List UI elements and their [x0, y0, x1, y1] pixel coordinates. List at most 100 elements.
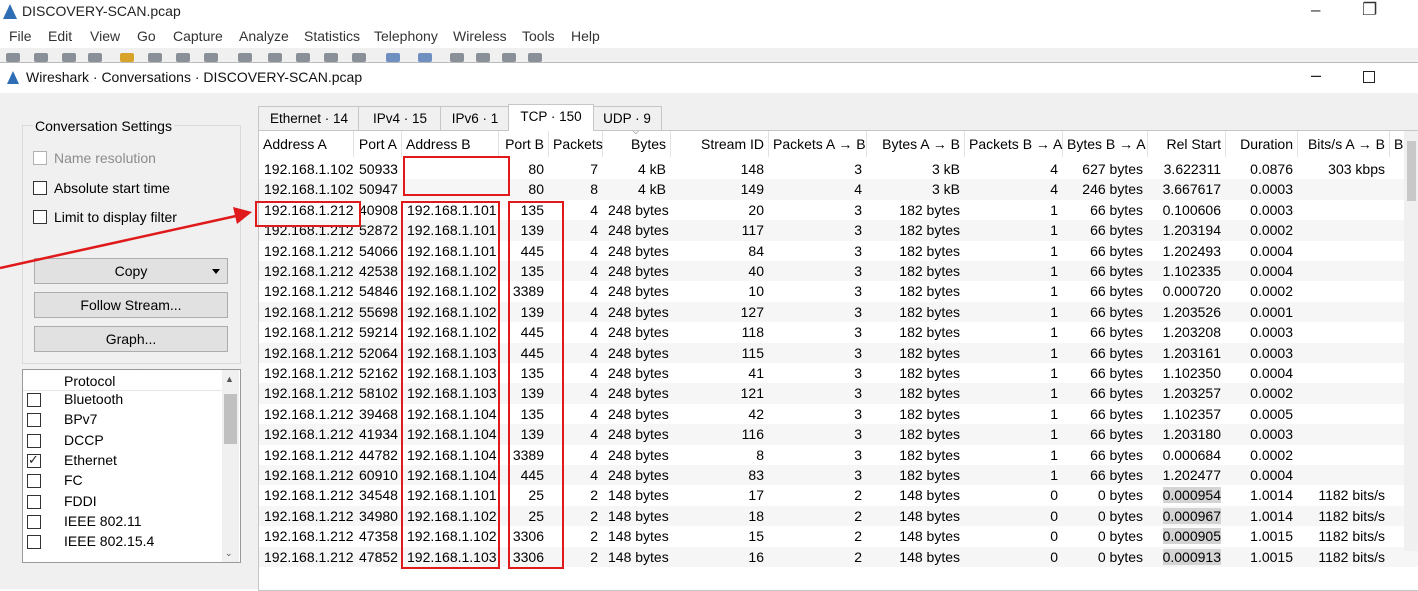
column-header-address-a[interactable]: Address A	[259, 131, 354, 157]
table-scrollbar[interactable]	[1404, 131, 1418, 551]
tab-udp[interactable]: UDP · 9	[592, 106, 662, 131]
cell-packets-b-to-a: 4	[1050, 161, 1058, 177]
dialog-minimize-icon[interactable]: –	[1311, 65, 1321, 86]
protocol-item[interactable]: IEEE 802.11	[23, 512, 222, 532]
protocol-item[interactable]: IEEE 802.15.4	[23, 532, 222, 552]
column-header-rel-start[interactable]: Rel Start	[1148, 131, 1226, 157]
column-header-address-b[interactable]: Address B	[402, 131, 499, 157]
toolbar-icon[interactable]	[324, 53, 338, 62]
open-file-icon[interactable]	[120, 53, 134, 62]
cell-packets-b-to-a: 1	[1050, 303, 1058, 320]
protocol-column-header[interactable]: Protocol	[64, 373, 115, 389]
resize-columns-icon[interactable]	[528, 53, 542, 62]
protocol-item[interactable]: Bluetooth	[23, 390, 222, 410]
scroll-down-icon[interactable]: ⌄	[225, 548, 233, 559]
protocol-item[interactable]: Ethernet	[23, 451, 222, 471]
protocol-item[interactable]: DCCP	[23, 431, 222, 451]
column-header-packets-a-to-b[interactable]: Packets A → B	[769, 131, 867, 157]
protocol-checkbox[interactable]	[27, 433, 41, 448]
copy-button[interactable]: Copy	[34, 258, 228, 284]
toolbar-icon[interactable]	[238, 53, 252, 62]
column-header-port-b[interactable]: Port B	[499, 131, 549, 157]
cell-bytes-b-to-a: 66 bytes	[1090, 446, 1143, 463]
cell-packets-b-to-a: 1	[1050, 283, 1058, 300]
cell-bytes: 148 bytes	[608, 487, 669, 504]
tab-tcp[interactable]: TCP · 150	[508, 104, 594, 131]
column-header-packets[interactable]: Packets	[549, 131, 603, 157]
protocol-item[interactable]: FDDI	[23, 492, 222, 512]
sort-caret-icon: ⌵	[632, 130, 640, 137]
protocol-label: Bluetooth	[64, 391, 124, 407]
menu-tools[interactable]: Tools	[522, 28, 555, 44]
toolbar-icon[interactable]	[176, 53, 190, 62]
table-scroll-thumb[interactable]	[1407, 141, 1416, 201]
cell-bits-s-a-to-b	[1298, 424, 1390, 444]
protocol-checkbox[interactable]	[27, 452, 41, 468]
cell-packets-a-to-b: 2	[854, 528, 862, 545]
protocol-checkbox[interactable]	[27, 514, 41, 529]
zoom-in-icon[interactable]	[450, 53, 464, 62]
cell-packets-b-to-a: 0	[1050, 487, 1058, 504]
toolbar-icon[interactable]	[268, 53, 282, 62]
limit-display-filter-option[interactable]: Limit to display filter	[33, 209, 177, 225]
autoscroll-icon[interactable]	[418, 53, 432, 62]
menu-capture[interactable]: Capture	[173, 28, 223, 44]
settings-title: Conversation Settings	[33, 118, 174, 134]
protocol-checkbox[interactable]	[27, 535, 41, 550]
toolbar-icon[interactable]	[296, 53, 310, 62]
cell-address-a: 192.168.1.212	[264, 405, 354, 422]
protocol-scroll-thumb[interactable]	[224, 394, 237, 444]
menu-statistics[interactable]: Statistics	[304, 28, 360, 44]
toolbar-icon[interactable]	[34, 53, 48, 62]
menu-analyze[interactable]: Analyze	[239, 28, 289, 44]
toolbar-icon[interactable]	[6, 53, 20, 62]
cell-bits-s-a-to-b: 1182 bits/s	[1318, 548, 1385, 565]
cell-stream-id: 41	[748, 365, 764, 381]
cell-address-a: 192.168.1.212	[264, 263, 354, 279]
tab-ipv4[interactable]: IPv4 · 15	[358, 106, 442, 131]
protocol-item[interactable]: FC	[23, 471, 222, 491]
protocol-checkbox[interactable]	[27, 393, 41, 407]
absolute-start-time-option[interactable]: Absolute start time	[33, 180, 170, 196]
graph-button[interactable]: Graph...	[34, 326, 228, 352]
minimize-icon[interactable]: –	[1311, 0, 1320, 20]
menu-edit[interactable]: Edit	[48, 28, 72, 44]
protocol-checkbox[interactable]	[27, 494, 41, 509]
toolbar-icon[interactable]	[352, 53, 366, 62]
protocol-checkbox[interactable]	[27, 474, 41, 489]
menu-wireless[interactable]: Wireless	[453, 28, 507, 44]
zoom-out-icon[interactable]	[476, 53, 490, 62]
follow-stream-button[interactable]: Follow Stream...	[34, 292, 228, 318]
column-header-packets-b-to-a[interactable]: Packets B → A	[965, 131, 1063, 157]
menu-go[interactable]: Go	[137, 28, 156, 44]
cell-bytes-b-to-a: 0 bytes	[1097, 548, 1143, 565]
dialog-maximize-icon[interactable]	[1363, 71, 1375, 83]
toolbar-icon[interactable]	[62, 53, 76, 62]
toolbar-icon[interactable]	[204, 53, 218, 62]
column-header-bits-s-a-to-b[interactable]: Bits/s A → B	[1298, 131, 1390, 157]
column-header-stream-id[interactable]: Stream ID	[671, 131, 769, 157]
tab-ipv6[interactable]: IPv6 · 1	[440, 106, 510, 131]
absolute-start-time-checkbox[interactable]	[33, 181, 47, 195]
column-header-bytes-a-to-b[interactable]: Bytes A → B	[867, 131, 965, 157]
menu-file[interactable]: File	[9, 28, 32, 44]
protocol-item[interactable]: BPv7	[23, 410, 222, 430]
cell-stream-id: 83	[748, 467, 764, 483]
column-header-bytes-b-to-a[interactable]: Bytes B → A	[1063, 131, 1148, 157]
colorize-icon[interactable]	[386, 53, 400, 62]
restore-icon[interactable]: ❐	[1362, 0, 1377, 20]
protocol-scrollbar[interactable]: ▲ ⌄	[222, 370, 239, 562]
toolbar-icon[interactable]	[148, 53, 162, 62]
menu-telephony[interactable]: Telephony	[374, 28, 438, 44]
column-header-port-a[interactable]: Port A	[354, 131, 402, 157]
menu-help[interactable]: Help	[571, 28, 600, 44]
protocol-checkbox[interactable]	[27, 413, 41, 428]
scroll-up-icon[interactable]: ▲	[225, 374, 234, 384]
menu-view[interactable]: View	[90, 28, 120, 44]
toolbar-icon[interactable]	[88, 53, 102, 62]
limit-display-filter-checkbox[interactable]	[33, 210, 47, 224]
column-header-duration[interactable]: Duration	[1226, 131, 1298, 157]
tab-ethernet[interactable]: Ethernet · 14	[258, 106, 360, 131]
protocol-list-header[interactable]: Protocol ⌃	[23, 370, 222, 391]
zoom-normal-icon[interactable]	[502, 53, 516, 62]
